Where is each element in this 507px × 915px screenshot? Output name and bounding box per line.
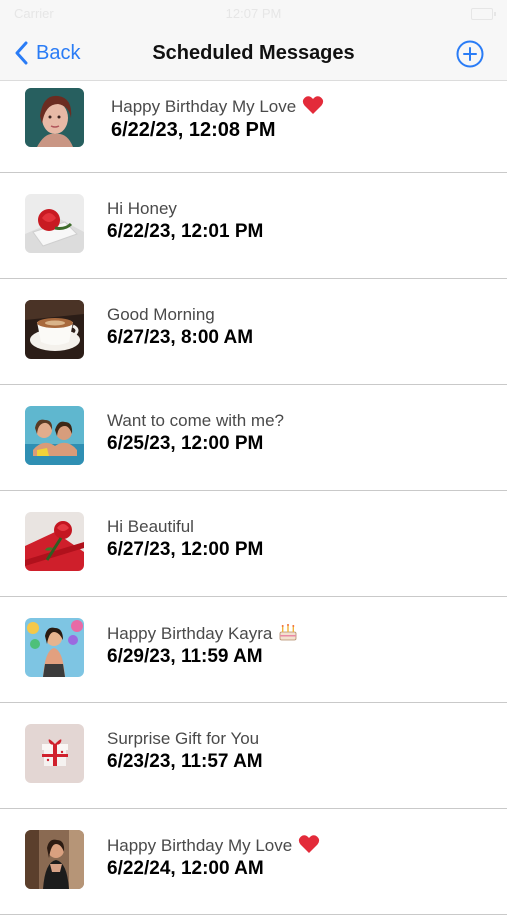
page-title: Scheduled Messages	[152, 42, 355, 64]
list-item[interactable]: Surprise Gift for You 6/23/23, 11:57 AM	[0, 703, 507, 809]
message-thumbnail	[25, 830, 84, 889]
list-item[interactable]: Good Morning 6/27/23, 8:00 AM	[0, 279, 507, 385]
message-title: Happy Birthday Kayra	[107, 624, 273, 643]
list-item[interactable]: Hi Honey 6/22/23, 12:01 PM	[0, 173, 507, 279]
message-thumbnail	[25, 618, 84, 677]
message-date: 6/22/24, 12:00 AM	[107, 858, 264, 879]
list-item[interactable]: Happy Birthday My Love 6/22/24, 12:00 AM	[0, 809, 507, 915]
message-thumbnail	[25, 512, 84, 571]
message-date: 6/23/23, 11:57 AM	[107, 751, 263, 772]
status-time: 12:07 PM	[225, 6, 282, 21]
message-date: 6/25/23, 12:00 PM	[107, 433, 264, 454]
message-title: Want to come with me?	[107, 411, 284, 430]
message-title: Hi Honey	[107, 199, 177, 218]
message-thumbnail	[25, 194, 84, 253]
list-item[interactable]: Happy Birthday My Love 6/22/23, 12:08 PM	[0, 81, 507, 173]
plus-circle-icon[interactable]	[455, 39, 485, 69]
cake-icon	[279, 624, 297, 641]
message-thumbnail	[25, 300, 84, 359]
message-thumbnail	[25, 88, 84, 147]
message-thumbnail	[25, 724, 84, 783]
message-title: Surprise Gift for You	[107, 729, 260, 748]
message-title: Happy Birthday My Love	[111, 97, 297, 116]
list-item[interactable]: Want to come with me? 6/25/23, 12:00 PM	[0, 385, 507, 491]
message-date: 6/27/23, 8:00 AM	[107, 327, 254, 348]
heart-icon	[303, 96, 324, 114]
message-title: Hi Beautiful	[107, 517, 194, 536]
message-title: Good Morning	[107, 305, 215, 324]
message-title: Happy Birthday My Love	[107, 836, 293, 855]
status-bar: Carrier 12:07 PM	[0, 0, 507, 28]
list-item[interactable]: Happy Birthday Kayra 6/29/23, 11:59 AM	[0, 597, 507, 703]
list-item[interactable]: Hi Beautiful 6/27/23, 12:00 PM	[0, 491, 507, 597]
navigation-bar: Back Scheduled Messages	[0, 28, 507, 81]
heart-icon	[299, 835, 320, 853]
message-date: 6/29/23, 11:59 AM	[107, 646, 263, 667]
battery-icon	[471, 8, 496, 20]
scheduled-messages-list: Happy Birthday My Love 6/22/23, 12:08 PM…	[0, 81, 507, 915]
message-date: 6/22/23, 12:01 PM	[107, 221, 264, 242]
message-date: 6/27/23, 12:00 PM	[107, 539, 264, 560]
message-thumbnail	[25, 406, 84, 465]
message-date: 6/22/23, 12:08 PM	[111, 119, 276, 141]
